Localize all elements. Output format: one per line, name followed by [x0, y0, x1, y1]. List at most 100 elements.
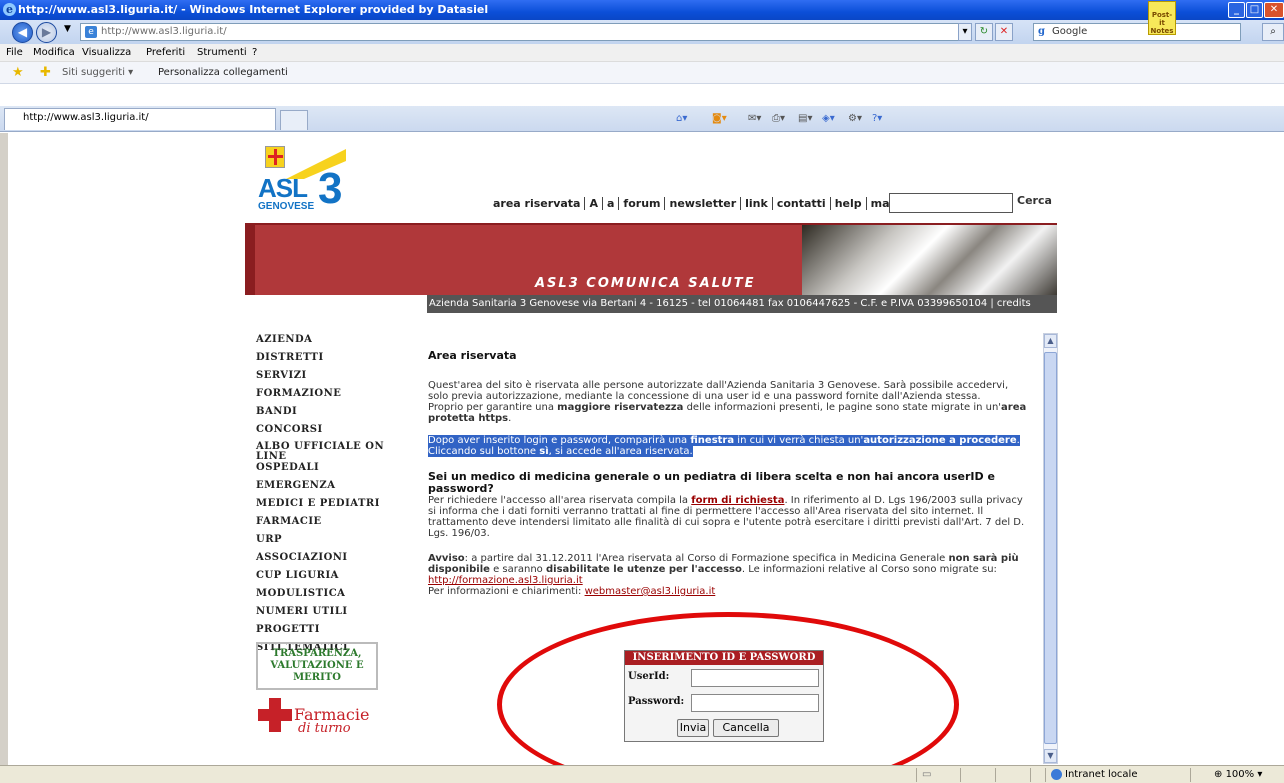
nav-formazione[interactable]: FORMAZIONE — [256, 388, 386, 400]
notice-paragraph: Avviso: a partire dal 31.12.2011 l'Area … — [428, 553, 1028, 597]
nav-numeri-utili[interactable]: NUMERI UTILI — [256, 606, 386, 618]
feeds-icon[interactable]: ◙▾ — [712, 113, 727, 124]
nav-font-large[interactable]: A — [589, 197, 598, 210]
title-bar: e http://www.asl3.liguria.it/ - Windows … — [0, 0, 1284, 20]
nav-link[interactable]: link — [745, 197, 768, 210]
page-menu-icon[interactable]: ▤▾ — [798, 113, 812, 124]
top-navigation: area riservata Aa forum newsletter link conta… — [493, 197, 922, 210]
hl-a: Dopo aver inserito login e password, com… — [428, 435, 691, 446]
nav-progetti[interactable]: PROGETTI — [256, 624, 386, 636]
nav-distretti[interactable]: DISTRETTI — [256, 352, 386, 364]
nav-azienda[interactable]: AZIENDA — [256, 334, 386, 346]
close-button[interactable]: ✕ — [1264, 2, 1284, 18]
print-icon[interactable]: ⎙▾ — [772, 113, 785, 124]
nav-contatti[interactable]: contatti — [777, 197, 826, 210]
menu-modifica[interactable]: Modifica — [33, 47, 75, 58]
nav-servizi[interactable]: SERVIZI — [256, 370, 386, 382]
menu-strumenti[interactable]: Strumenti — [197, 47, 247, 58]
forward-button[interactable]: ▶ — [36, 22, 57, 43]
cancel-button[interactable]: Cancella — [713, 719, 779, 737]
nav-associazioni[interactable]: ASSOCIAZIONI — [256, 552, 386, 564]
password-label: Password: — [628, 696, 685, 707]
pharmacy-cross-icon — [258, 698, 292, 732]
minimize-button[interactable]: _ — [1228, 2, 1245, 18]
header-banner: ASL3 COMUNICA SALUTE — [245, 223, 1057, 297]
postit-label: Post-it Notes — [1150, 11, 1174, 35]
scroll-thumb[interactable] — [1044, 352, 1057, 744]
nav-forum[interactable]: forum — [623, 197, 660, 210]
nav-farmacie[interactable]: FARMACIE — [256, 516, 386, 528]
nav-bandi[interactable]: BANDI — [256, 406, 386, 418]
asl3-logo[interactable]: ASL 3 GENOVESE — [256, 145, 354, 215]
farmacie-di-turno-link[interactable]: Farmacie di turno — [258, 698, 382, 742]
nav-newsletter[interactable]: newsletter — [669, 197, 736, 210]
userid-input[interactable] — [691, 669, 819, 687]
webmaster-email-link[interactable]: webmaster@asl3.liguria.it — [585, 586, 716, 597]
nav-medici[interactable]: MEDICI E PEDIATRI — [256, 498, 386, 510]
postit-notes-icon[interactable]: Post-it Notes — [1148, 1, 1176, 35]
content-scrollbar[interactable]: ▲ ▼ — [1043, 333, 1058, 764]
logo-sub: GENOVESE — [258, 201, 315, 212]
nav-help[interactable]: help — [835, 197, 862, 210]
mail-icon[interactable]: ✉▾ — [748, 113, 761, 124]
nav-area-riservata[interactable]: area riservata — [493, 197, 580, 210]
nav-modulistica[interactable]: MODULISTICA — [256, 588, 386, 600]
menu-preferiti[interactable]: Preferiti — [146, 47, 185, 58]
fav-suggested-sites[interactable]: Siti suggeriti ▾ — [62, 67, 133, 78]
nav-ospedali[interactable]: OSPEDALI — [256, 462, 386, 474]
menu-bar: File Modifica Visualizza Preferiti Strum… — [0, 44, 1284, 62]
nav-font-small[interactable]: a — [607, 197, 614, 210]
scroll-up-icon[interactable]: ▲ — [1044, 334, 1057, 348]
refresh-icon[interactable]: ↻ — [975, 23, 993, 41]
p3-a: Per richiedere l'accesso all'area riserv… — [428, 495, 692, 506]
security-paragraph: Proprio per garantire una maggiore riser… — [428, 402, 1028, 424]
search-engine-label: Google — [1052, 26, 1088, 37]
p4-g: Per informazioni e chiarimenti: — [428, 586, 585, 597]
favorites-star-icon[interactable]: ★ — [12, 65, 24, 80]
nav-emergenza[interactable]: EMERGENZA — [256, 480, 386, 492]
nav-concorsi[interactable]: CONCORSI — [256, 424, 386, 436]
add-favorite-icon[interactable]: ✚ — [40, 65, 51, 80]
menu-visualizza[interactable]: Visualizza — [82, 47, 131, 58]
nav-cup[interactable]: CUP LIGURIA — [256, 570, 386, 582]
farmacie-subtitle: di turno — [298, 721, 351, 736]
fav-customize-links[interactable]: Personalizza collegamenti — [158, 67, 288, 78]
nav-albo[interactable]: ALBO UFFICIALE ON LINE — [256, 442, 386, 462]
search-button[interactable]: Cerca — [1017, 194, 1052, 207]
address-bar-row: ◀ ▶ ▼ e http://www.asl3.liguria.it/ ▾ ↻ … — [0, 20, 1284, 44]
stop-icon[interactable]: ✕ — [995, 23, 1013, 41]
menu-file[interactable]: File — [6, 47, 23, 58]
password-input[interactable] — [691, 694, 819, 712]
recent-pages-dropdown-icon[interactable]: ▼ — [64, 24, 71, 34]
back-button[interactable]: ◀ — [12, 22, 33, 43]
login-form: INSERIMENTO ID E PASSWORD UserId: Passwo… — [624, 650, 824, 742]
address-text: http://www.asl3.liguria.it/ — [101, 26, 227, 37]
submit-button[interactable]: Invia — [677, 719, 709, 737]
menu-help[interactable]: ? — [252, 47, 257, 58]
nav-urp[interactable]: URP — [256, 534, 386, 546]
transparency-banner[interactable]: TRASPARENZA, VALUTAZIONE E MERITO — [256, 642, 378, 690]
scroll-down-icon[interactable]: ▼ — [1044, 749, 1057, 763]
help-icon[interactable]: ?▾ — [872, 113, 882, 124]
request-form-link[interactable]: form di richiesta — [691, 495, 784, 506]
hl-c: in cui vi verrà chiesta un' — [734, 435, 864, 446]
new-tab-button[interactable] — [280, 110, 308, 130]
doctor-paragraph: Sei un medico di medicina generale o un … — [428, 471, 1028, 540]
safety-icon[interactable]: ◈▾ — [822, 113, 835, 124]
zoom-level[interactable]: ⊕ 100% ▾ — [1214, 766, 1262, 783]
site-search-input[interactable] — [889, 193, 1013, 213]
hl-b: finestra — [690, 435, 735, 446]
formazione-link[interactable]: http://formazione.asl3.liguria.it — [428, 575, 583, 586]
status-bar: ▭ Intranet locale ⊕ 100% ▾ — [0, 765, 1284, 783]
address-input[interactable]: e http://www.asl3.liguria.it/ — [80, 23, 972, 41]
search-input[interactable]: g Google — [1033, 23, 1241, 41]
intro-paragraph: Quest'area del sito è riservata alle per… — [428, 380, 1028, 402]
address-dropdown-icon[interactable]: ▾ — [958, 23, 972, 41]
search-go-icon[interactable]: ⌕ — [1262, 23, 1284, 41]
genova-cross-icon — [265, 146, 285, 168]
home-icon[interactable]: ⌂▾ — [676, 113, 687, 124]
maximize-button[interactable]: □ — [1246, 2, 1263, 18]
tools-gear-icon[interactable]: ⚙▾ — [848, 113, 862, 124]
browser-tab[interactable]: http://www.asl3.liguria.it/ — [4, 108, 276, 130]
banner-claim: ASL3 COMUNICA SALUTE — [535, 276, 756, 291]
